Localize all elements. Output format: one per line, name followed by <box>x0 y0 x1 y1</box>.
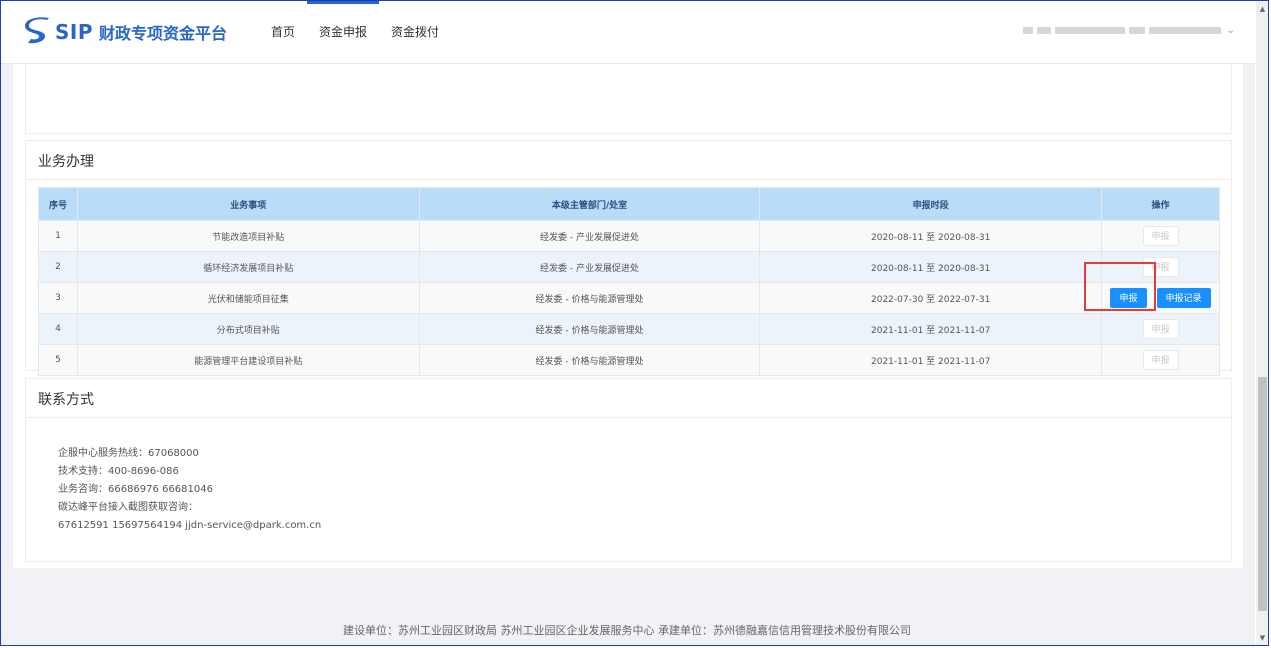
row-no: 1 <box>38 220 78 252</box>
contact-business-inquiry: 业务咨询：66686976 66681046 <box>58 484 213 495</box>
table-row: 2 循环经济发展项目补贴 经发委 - 产业发展促进处 2020-08-11 至 … <box>38 251 1220 283</box>
row-period: 2022-07-30 至 2022-07-31 <box>759 282 1103 314</box>
scrollbar-thumb[interactable] <box>1258 377 1267 611</box>
col-header-item: 业务事项 <box>76 187 420 221</box>
chevron-down-icon[interactable]: ⌄ <box>1227 25 1235 36</box>
row-period: 2021-11-01 至 2021-11-07 <box>759 344 1103 376</box>
row-ops: 申报 <box>1101 220 1220 252</box>
page-footer: 建设单位：苏州工业园区财政局 苏州工业园区企业发展服务中心 承建单位：苏州德融嘉… <box>343 624 911 637</box>
sip-logo-icon <box>25 17 49 44</box>
row-period: 2020-08-11 至 2020-08-31 <box>759 251 1103 283</box>
contact-panel: 联系方式 企服中心服务热线：67068000 技术支持：400-8696-086… <box>25 378 1232 562</box>
row-dept: 经发委 - 价格与能源管理处 <box>418 282 761 314</box>
row-no: 5 <box>38 344 78 376</box>
apply-button-disabled: 申报 <box>1142 350 1179 370</box>
row-ops: 申报 <box>1101 344 1220 376</box>
vertical-scrollbar[interactable]: ▲ ▼ <box>1256 1 1269 646</box>
top-header: SIP 财政专项资金平台 首页 资金申报 资金拨付 ⌄ <box>1 1 1255 64</box>
row-period: 2020-08-11 至 2020-08-31 <box>759 220 1103 252</box>
brand-sip: SIP <box>55 20 94 44</box>
contact-hotline: 企服中心服务热线：67068000 <box>58 448 199 459</box>
col-header-dept: 本级主管部门/处室 <box>418 187 761 221</box>
scroll-down-icon[interactable]: ▼ <box>1256 634 1269 642</box>
row-period: 2021-11-01 至 2021-11-07 <box>759 313 1103 345</box>
contact-numbers-email: 67612591 15697564194 jjdn-service@dpark.… <box>58 520 322 531</box>
row-dept: 经发委 - 价格与能源管理处 <box>418 344 761 376</box>
row-dept: 经发委 - 产业发展促进处 <box>418 220 761 252</box>
apply-record-button[interactable]: 申报记录 <box>1156 288 1211 308</box>
user-menu[interactable]: ⌄ <box>1022 25 1235 36</box>
business-title: 业务办理 <box>26 141 1231 180</box>
row-item: 分布式项目补贴 <box>76 313 420 345</box>
row-item: 循环经济发展项目补贴 <box>76 251 420 283</box>
business-table: 序号 业务事项 本级主管部门/处室 申报时段 操作 1 节能改造项目补贴 经发委… <box>38 187 1220 376</box>
contact-info: 企服中心服务热线：67068000 技术支持：400-8696-086 业务咨询… <box>58 445 321 535</box>
col-header-no: 序号 <box>38 187 78 221</box>
row-item: 光伏和储能项目征集 <box>76 282 420 314</box>
business-panel: 业务办理 序号 业务事项 本级主管部门/处室 申报时段 操作 1 节能改造项目补… <box>25 140 1232 376</box>
row-no: 3 <box>38 282 78 314</box>
table-row: 4 分布式项目补贴 经发委 - 价格与能源管理处 2021-11-01 至 20… <box>38 313 1220 345</box>
highlight-box <box>1084 262 1156 311</box>
top-panel <box>25 64 1232 134</box>
brand-title: 财政专项资金平台 <box>99 24 228 43</box>
scroll-up-icon[interactable]: ▲ <box>1256 5 1269 13</box>
table-row: 1 节能改造项目补贴 经发委 - 产业发展促进处 2020-08-11 至 20… <box>38 220 1220 252</box>
table-row: 3 光伏和储能项目征集 经发委 - 价格与能源管理处 2022-07-30 至 … <box>38 282 1220 314</box>
row-item: 节能改造项目补贴 <box>76 220 420 252</box>
table-header-row: 序号 业务事项 本级主管部门/处室 申报时段 操作 <box>38 187 1220 221</box>
col-header-ops: 操作 <box>1101 187 1220 221</box>
nav-fund-disburse[interactable]: 资金拨付 <box>379 1 451 64</box>
row-dept: 经发委 - 产业发展促进处 <box>418 251 761 283</box>
col-header-period: 申报时段 <box>759 187 1103 221</box>
contact-tech-support: 技术支持：400-8696-086 <box>58 466 179 477</box>
row-no: 2 <box>38 251 78 283</box>
table-row: 5 能源管理平台建设项目补贴 经发委 - 价格与能源管理处 2021-11-01… <box>38 344 1220 376</box>
apply-button-disabled: 申报 <box>1142 226 1179 246</box>
brand-logo[interactable]: SIP 财政专项资金平台 <box>25 17 227 47</box>
row-no: 4 <box>38 313 78 345</box>
contact-title: 联系方式 <box>26 379 1231 418</box>
row-item: 能源管理平台建设项目补贴 <box>76 344 420 376</box>
row-dept: 经发委 - 价格与能源管理处 <box>418 313 761 345</box>
row-ops: 申报 <box>1101 313 1220 345</box>
contact-carbon-platform: 碳达峰平台接入截图获取咨询： <box>58 502 198 513</box>
apply-button-disabled: 申报 <box>1142 319 1179 339</box>
nav-fund-apply[interactable]: 资金申报 <box>307 1 380 64</box>
blurred-user-name <box>1022 27 1221 34</box>
main-nav: 首页 资金申报 资金拨付 <box>259 1 451 64</box>
nav-home[interactable]: 首页 <box>259 1 307 64</box>
